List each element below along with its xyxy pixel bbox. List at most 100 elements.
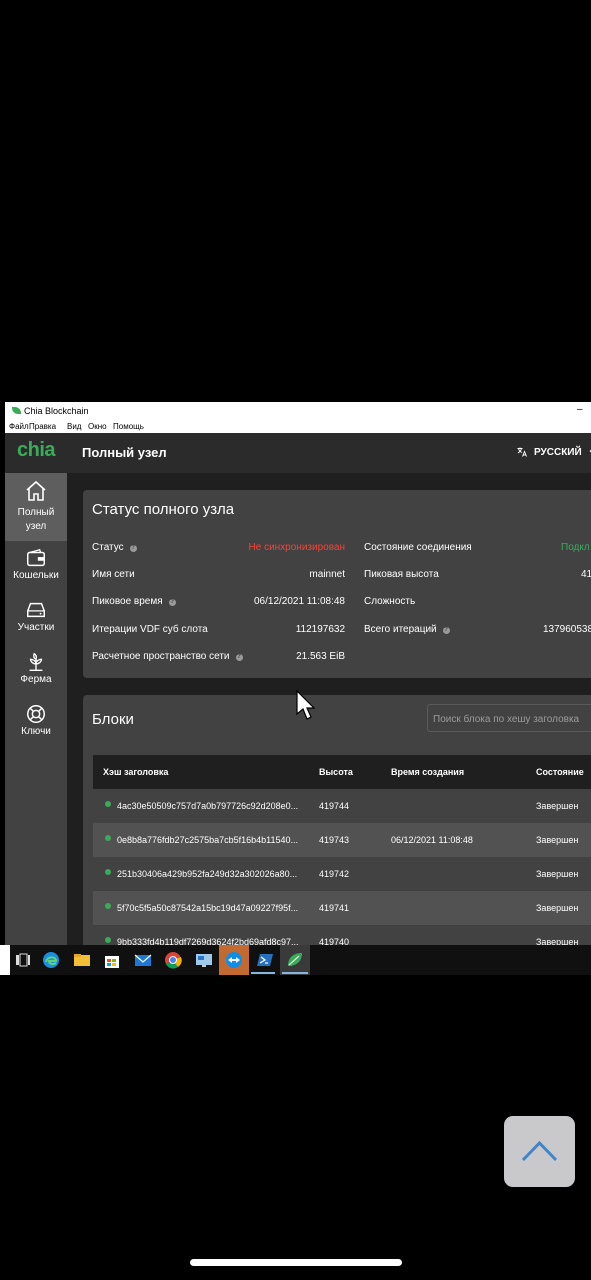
column-header-state[interactable]: Состояние (536, 767, 584, 777)
status-dot (105, 801, 111, 807)
help-icon[interactable]: ? (129, 545, 137, 552)
block-state: Завершен (536, 903, 579, 913)
mouse-cursor-icon (296, 690, 316, 720)
chia-leaf-icon (288, 953, 302, 966)
language-label: РУССКИЙ (534, 446, 582, 458)
page-title: Полный узел (82, 445, 167, 460)
blocks-card-title: Блоки (92, 711, 134, 728)
sidebar-item-farm[interactable]: Ферма (5, 647, 67, 697)
start-button[interactable] (0, 945, 10, 975)
network-name-label: Имя сети (92, 569, 135, 580)
block-height: 419741 (319, 903, 350, 913)
table-row[interactable]: 4ac30e50509c757d7a0b797726c92d208e0... 4… (93, 789, 591, 823)
block-hash[interactable]: 5f70c5f5a50c87542a15bc19d47a09227f95f... (117, 903, 298, 913)
chia-logo: chia (5, 433, 67, 473)
table-row[interactable]: 5f70c5f5a50c87542a15bc19d47a09227f95f...… (93, 891, 591, 925)
block-time: 06/12/2021 11:08:48 (391, 835, 473, 845)
powershell-icon[interactable] (256, 951, 274, 969)
menu-file[interactable]: Файл (9, 422, 29, 431)
connection-status-value: Подкл (561, 542, 590, 553)
title-bar: Chia Blockchain – (5, 402, 591, 420)
menu-help[interactable]: Помощь (113, 422, 144, 431)
task-view-icon[interactable] (14, 951, 32, 969)
block-height: 419742 (319, 869, 350, 879)
table-row[interactable]: 0e8b8a776fdb27c2575ba7cb5f16b4b11540... … (93, 823, 591, 857)
top-header: Полный узел РУССКИЙ (67, 433, 591, 473)
status-card: Статус полного узла Статус? Не синхрониз… (83, 490, 591, 678)
teamviewer-app[interactable] (219, 945, 249, 975)
status-value: Не синхронизирован (248, 542, 345, 553)
connection-status-label: Состояние соединения (364, 542, 472, 553)
main-content: Статус полного узла Статус? Не синхрониз… (67, 473, 591, 945)
total-iterations-value: 137960538 (543, 624, 591, 635)
block-hash[interactable]: 251b30406a429b952fa249d32a302026a80... (117, 869, 297, 879)
block-search-input[interactable]: Поиск блока по хешу заголовка (427, 704, 591, 732)
menu-view[interactable]: Вид (67, 422, 81, 431)
network-name-value: mainnet (309, 569, 345, 580)
block-state: Завершен (536, 869, 579, 879)
block-hash[interactable]: 0e8b8a776fdb27c2575ba7cb5f16b4b11540... (117, 835, 298, 845)
lifebuoy-icon (27, 705, 45, 723)
blocks-table-header: Хэш заголовка Высота Время создания Сост… (93, 755, 591, 789)
wallet-icon (27, 548, 45, 567)
table-row[interactable]: 9bb333fd4b119df7269d3624f2bd69afd8c97...… (93, 925, 591, 945)
minimize-button[interactable]: – (577, 404, 583, 415)
block-hash[interactable]: 4ac30e50509c757d7a0b797726c92d208e0... (117, 801, 298, 811)
teamviewer-icon (226, 952, 242, 968)
status-label: Статус? (92, 542, 137, 553)
chia-taskbar-app[interactable] (280, 945, 310, 975)
sidebar-item-plots[interactable]: Участки (5, 595, 67, 645)
status-dot (105, 903, 111, 909)
difficulty-label: Сложность (364, 596, 416, 607)
chevron-up-icon (521, 1140, 558, 1162)
table-row[interactable]: 251b30406a429b952fa249d32a302026a80... 4… (93, 857, 591, 891)
sidebar: chia Полный узел Кошельки Участки Ферма … (5, 433, 67, 945)
sidebar-item-keys[interactable]: Ключи (5, 699, 67, 749)
sidebar-item-full-node[interactable]: Полный узел (5, 473, 67, 541)
peak-height-label: Пиковая высота (364, 569, 439, 580)
column-header-height[interactable]: Высота (319, 767, 353, 777)
edge-browser-icon[interactable] (42, 951, 60, 969)
column-header-hash[interactable]: Хэш заголовка (103, 767, 168, 777)
home-indicator[interactable] (190, 1259, 402, 1266)
file-explorer-icon[interactable] (73, 951, 91, 969)
menu-window[interactable]: Окно (88, 422, 107, 431)
translate-icon (517, 447, 527, 457)
mail-icon[interactable] (134, 951, 152, 969)
blocks-card: Блоки Поиск блока по хешу заголовка Хэш … (83, 695, 591, 945)
total-iterations-label: Всего итераций? (364, 624, 450, 635)
vdf-iterations-value: 112197632 (295, 624, 345, 635)
peak-time-label: Пиковое время? (92, 596, 176, 607)
netspace-value: 21.563 EiB (296, 651, 345, 662)
sidebar-item-wallets[interactable]: Кошельки (5, 543, 67, 593)
scroll-to-top-button[interactable] (504, 1116, 575, 1187)
remote-desktop-icon[interactable] (195, 951, 213, 969)
block-height: 419744 (319, 801, 350, 811)
sprout-icon (29, 652, 43, 671)
active-app-indicator (251, 972, 275, 974)
peak-time-value: 06/12/2021 11:08:48 (253, 596, 345, 607)
block-hash[interactable]: 9bb333fd4b119df7269d3624f2bd69afd8c97... (117, 937, 299, 945)
taskbar (0, 945, 591, 975)
block-height: 419743 (319, 835, 350, 845)
hard-drive-icon (27, 602, 45, 618)
help-icon[interactable]: ? (168, 599, 176, 606)
vdf-iterations-label: Итерации VDF суб слота (92, 624, 208, 635)
status-dot (105, 937, 111, 943)
home-icon (26, 480, 46, 501)
active-app-indicator (282, 972, 308, 974)
block-state: Завершен (536, 801, 579, 811)
menu-edit[interactable]: Правка (29, 422, 56, 431)
menu-bar: Файл Правка Вид Окно Помощь (5, 420, 591, 434)
app-window: Chia Blockchain – Файл Правка Вид Окно П… (5, 402, 591, 945)
peak-height-value: 41 (581, 569, 591, 580)
store-icon[interactable] (103, 951, 121, 969)
window-title: Chia Blockchain (24, 406, 89, 416)
status-dot (105, 869, 111, 875)
chrome-icon[interactable] (164, 951, 182, 969)
column-header-time[interactable]: Время создания (391, 767, 464, 777)
block-height: 419740 (319, 937, 350, 945)
help-icon[interactable]: ? (442, 627, 450, 634)
block-state: Завершен (536, 937, 579, 945)
language-selector[interactable]: РУССКИЙ (516, 446, 591, 458)
